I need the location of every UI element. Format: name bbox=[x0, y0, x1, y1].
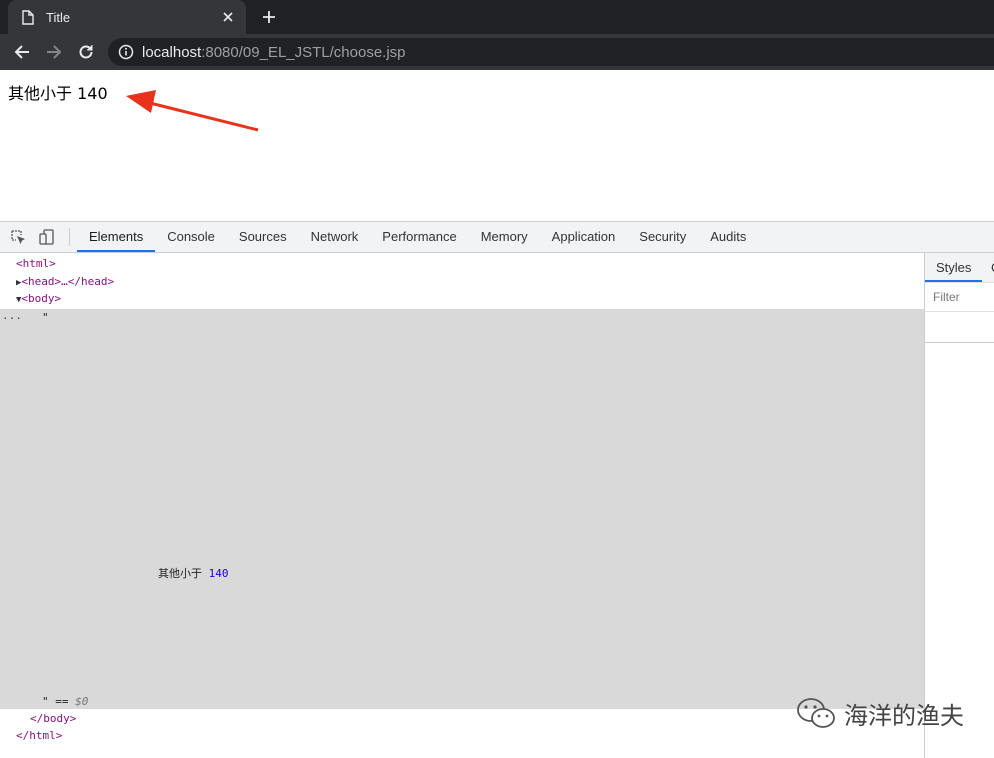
info-icon[interactable] bbox=[118, 44, 134, 60]
selected-text-node[interactable] bbox=[0, 309, 924, 709]
tab-performance[interactable]: Performance bbox=[370, 222, 468, 252]
new-tab-icon[interactable] bbox=[257, 5, 281, 29]
tab-sources[interactable]: Sources bbox=[227, 222, 299, 252]
dom-html-close[interactable]: </html> bbox=[16, 728, 62, 744]
watermark: 海洋的渔夫 bbox=[796, 696, 964, 731]
styles-filter-input[interactable]: Filter bbox=[925, 283, 994, 312]
tab-audits[interactable]: Audits bbox=[698, 222, 758, 252]
text-node-quote-open: " bbox=[42, 311, 49, 324]
styles-tabbar: Styles C bbox=[925, 253, 994, 283]
annotation-arrow bbox=[126, 90, 259, 132]
dom-html-open[interactable]: <html> bbox=[16, 256, 56, 272]
toolbar-separator bbox=[69, 228, 70, 246]
browser-tab[interactable]: Title bbox=[8, 0, 246, 34]
forward-arrow-icon[interactable] bbox=[42, 40, 66, 64]
dom-body-close[interactable]: </body> bbox=[30, 711, 76, 727]
tab-network[interactable]: Network bbox=[299, 222, 371, 252]
dom-body-open[interactable]: ▼<body> bbox=[16, 291, 61, 307]
tab-security[interactable]: Security bbox=[627, 222, 698, 252]
tab-console[interactable]: Console bbox=[155, 222, 227, 252]
tab-elements[interactable]: Elements bbox=[77, 222, 156, 252]
dom-head-node[interactable]: ▶<head>…</head> bbox=[16, 274, 114, 290]
devtools-tabs: Elements Console Sources Network Perform… bbox=[77, 222, 758, 252]
text-node-quote-close: " == $0 bbox=[42, 695, 89, 708]
page-viewport: 其他小于 140 bbox=[0, 70, 994, 221]
url-text: localhost:8080/09_EL_JSTL/choose.jsp bbox=[142, 43, 406, 61]
devtools-panel: Elements Console Sources Network Perform… bbox=[0, 221, 994, 758]
back-arrow-icon[interactable] bbox=[10, 40, 34, 64]
elements-tree: <html> ▶<head>…</head> ▼<body> ... " 其他小… bbox=[0, 253, 924, 758]
tab-memory[interactable]: Memory bbox=[469, 222, 540, 252]
node-menu-ellipsis[interactable]: ... bbox=[2, 309, 22, 322]
address-bar[interactable]: localhost:8080/09_EL_JSTL/choose.jsp bbox=[108, 38, 994, 66]
inspect-element-icon[interactable] bbox=[9, 228, 27, 246]
text-node-content: 其他小于 140 bbox=[158, 567, 229, 580]
document-icon bbox=[22, 9, 36, 25]
wechat-logo-icon bbox=[797, 697, 835, 728]
tab-title: Title bbox=[46, 9, 71, 25]
devtools-tabbar: Elements Console Sources Network Perform… bbox=[0, 222, 994, 253]
styles-pane: Styles C Filter bbox=[924, 253, 994, 758]
styles-divider bbox=[925, 342, 994, 343]
browser-toolbar: localhost:8080/09_EL_JSTL/choose.jsp bbox=[0, 34, 994, 70]
device-toolbar-icon[interactable] bbox=[38, 228, 56, 246]
browser-tabstrip: Title bbox=[0, 0, 994, 34]
tab-styles[interactable]: Styles bbox=[925, 253, 983, 282]
reload-icon[interactable] bbox=[74, 40, 98, 64]
close-icon[interactable] bbox=[216, 5, 240, 29]
watermark-text: 海洋的渔夫 bbox=[844, 702, 964, 730]
tab-application[interactable]: Application bbox=[540, 222, 628, 252]
